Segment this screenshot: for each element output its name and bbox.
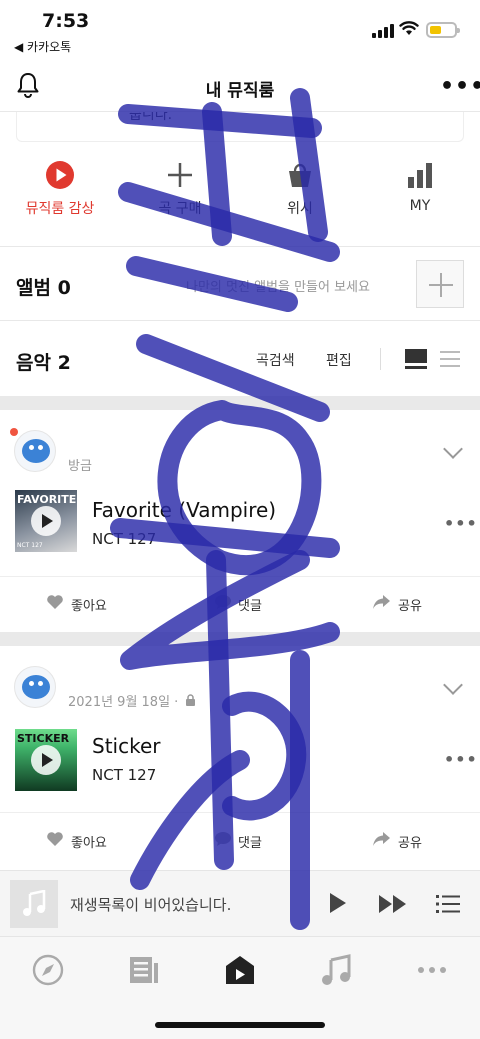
player-message: 재생목록이 비어있습니다. bbox=[70, 896, 232, 914]
action-label: MY bbox=[409, 198, 431, 214]
playlist-icon[interactable] bbox=[436, 894, 460, 914]
status-time: 7:53 bbox=[42, 10, 90, 32]
music-note-icon bbox=[23, 890, 46, 916]
music-note-icon[interactable] bbox=[319, 953, 353, 987]
section-gap bbox=[0, 632, 480, 646]
action-row: 뮤직룸 감상 곡 구매 위시 MY bbox=[0, 150, 480, 246]
compass-icon[interactable] bbox=[31, 953, 65, 987]
more-options-icon[interactable]: ••• bbox=[440, 76, 480, 98]
cover-subtext: NCT 127 bbox=[17, 542, 43, 549]
share-button[interactable]: 공유 bbox=[398, 832, 422, 851]
song-artist[interactable]: NCT 127 bbox=[92, 766, 156, 784]
back-to-app-link[interactable]: ◀ 카카오톡 bbox=[14, 38, 71, 55]
lock-icon bbox=[186, 694, 195, 706]
feed-icon[interactable] bbox=[127, 953, 161, 987]
my-stats-button[interactable]: MY bbox=[360, 150, 480, 246]
list-item: 방금 FAVORITE NCT 127 Favorite (Vampire) N… bbox=[0, 410, 480, 632]
share-button[interactable]: 공유 bbox=[398, 595, 422, 614]
chevron-down-icon[interactable] bbox=[443, 675, 463, 695]
comment-button[interactable]: 댓글 bbox=[238, 595, 262, 614]
comment-icon bbox=[215, 595, 231, 609]
album-hint: 나만의 멋진 앨범을 만들어 보세요 bbox=[186, 280, 370, 295]
wifi-icon bbox=[399, 21, 419, 35]
heart-icon bbox=[47, 832, 63, 846]
action-label: 위시 bbox=[287, 201, 313, 217]
song-search-button[interactable]: 곡검색 bbox=[256, 350, 295, 370]
play-icon[interactable] bbox=[31, 506, 61, 536]
album-cover[interactable]: FAVORITE NCT 127 bbox=[15, 490, 77, 552]
signal-icon bbox=[372, 24, 394, 38]
action-label: 뮤직룸 감상 bbox=[25, 201, 95, 217]
play-button[interactable] bbox=[330, 893, 346, 913]
comment-button[interactable]: 댓글 bbox=[238, 832, 262, 851]
card-view-icon[interactable] bbox=[405, 349, 427, 369]
player-artwork bbox=[10, 880, 58, 928]
post-time: 2021년 9월 18일 · bbox=[68, 695, 179, 710]
album-heading: 앨범 0 bbox=[16, 277, 71, 299]
section-gap bbox=[0, 396, 480, 410]
list-view-icon[interactable] bbox=[440, 351, 460, 367]
app-header: 내 뮤직룸 ••• bbox=[0, 60, 480, 112]
fast-forward-icon[interactable] bbox=[378, 894, 408, 914]
post-time: 방금 bbox=[68, 459, 92, 474]
avatar[interactable] bbox=[14, 430, 56, 472]
album-cover[interactable]: STICKER bbox=[15, 729, 77, 791]
status-bar: 7:53 ◀ 카카오톡 bbox=[0, 0, 480, 60]
play-circle-icon bbox=[46, 161, 74, 189]
cover-text: FAVORITE bbox=[17, 493, 77, 506]
more-icon[interactable] bbox=[415, 953, 449, 987]
music-section-header: 음악 2 곡검색 편집 bbox=[0, 322, 480, 396]
share-icon bbox=[373, 832, 390, 846]
bar-chart-icon bbox=[408, 163, 432, 188]
plus-icon bbox=[168, 163, 192, 187]
song-title[interactable]: Sticker bbox=[92, 734, 161, 758]
more-options-icon[interactable]: ••• bbox=[444, 750, 478, 769]
add-album-button[interactable] bbox=[416, 260, 464, 308]
avatar[interactable] bbox=[14, 666, 56, 708]
musicroom-icon[interactable] bbox=[223, 953, 257, 987]
listen-musicroom-button[interactable]: 뮤직룸 감상 bbox=[0, 150, 120, 246]
divider bbox=[380, 348, 381, 370]
new-indicator bbox=[10, 428, 18, 436]
share-icon bbox=[373, 595, 390, 609]
list-item: 2021년 9월 18일 · STICKER Sticker NCT 127 •… bbox=[0, 646, 480, 870]
mini-player[interactable]: 재생목록이 비어있습니다. bbox=[0, 870, 480, 936]
shopping-bag-icon bbox=[289, 163, 311, 187]
play-icon[interactable] bbox=[31, 745, 61, 775]
divider bbox=[0, 576, 480, 577]
song-title[interactable]: Favorite (Vampire) bbox=[92, 498, 276, 522]
song-artist[interactable]: NCT 127 bbox=[92, 530, 156, 548]
like-button[interactable]: 좋아요 bbox=[71, 595, 107, 614]
like-button[interactable]: 좋아요 bbox=[71, 832, 107, 851]
comment-icon bbox=[215, 832, 231, 846]
buy-song-button[interactable]: 곡 구매 bbox=[120, 150, 240, 246]
divider bbox=[0, 812, 480, 813]
cover-text: STICKER bbox=[17, 732, 70, 745]
page-title: 내 뮤직룸 bbox=[205, 81, 275, 101]
home-indicator bbox=[155, 1022, 325, 1028]
chevron-down-icon[interactable] bbox=[443, 439, 463, 459]
edit-button[interactable]: 편집 bbox=[326, 350, 352, 370]
wishlist-button[interactable]: 위시 bbox=[240, 150, 360, 246]
music-heading: 음악 2 bbox=[16, 352, 71, 374]
more-options-icon[interactable]: ••• bbox=[444, 514, 478, 533]
action-label: 곡 구매 bbox=[158, 201, 202, 217]
profile-description: 줍니다. bbox=[16, 112, 464, 142]
battery-icon bbox=[426, 22, 460, 38]
album-section: 앨범 0 나만의 멋진 앨범을 만들어 보세요 bbox=[0, 247, 480, 321]
heart-icon bbox=[47, 595, 63, 609]
